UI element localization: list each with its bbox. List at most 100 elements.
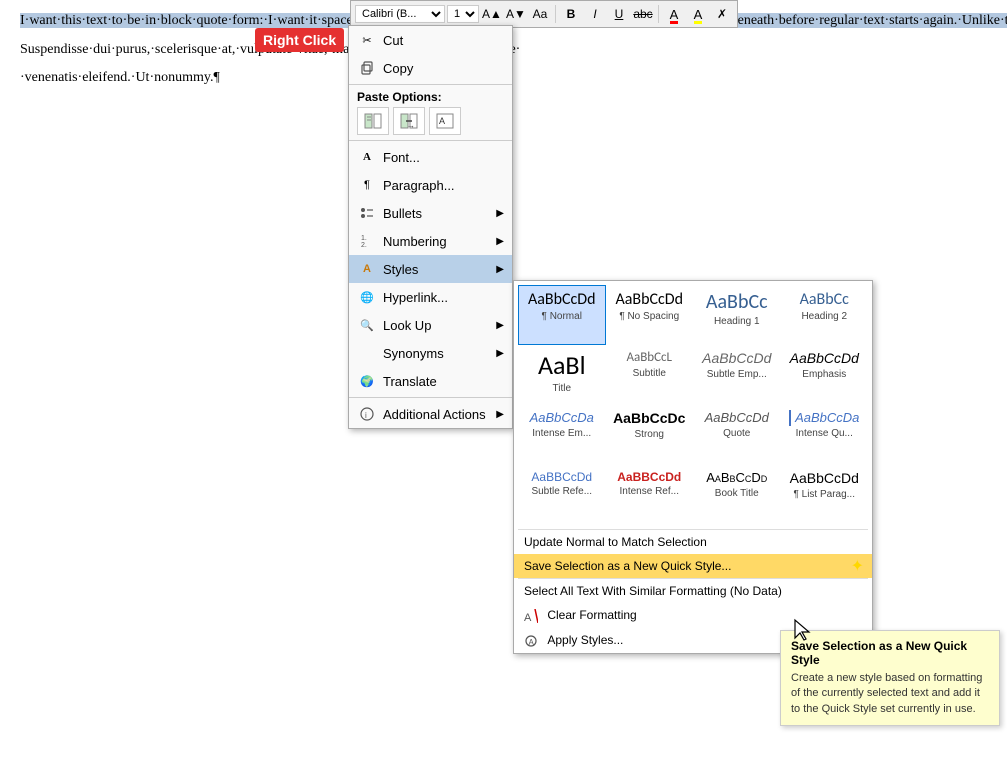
font-size-select[interactable]: 11 — [447, 5, 479, 23]
style-cell-intense-em[interactable]: AaBbCcDa Intense Em... — [518, 405, 606, 465]
style-cell-quote[interactable]: AaBbCcDd Quote — [693, 405, 781, 465]
font-color-a: A — [670, 7, 679, 22]
menu-item-bullets[interactable]: Bullets ▶ — [349, 199, 512, 227]
style-cell-intense-q[interactable]: AaBbCcDa Intense Qu... — [781, 405, 869, 465]
style-preview-h1: AaBbCc — [706, 290, 768, 314]
style-cell-heading2[interactable]: AaBbCc Heading 2 — [781, 285, 869, 345]
select-all-label: Select All Text With Similar Formatting … — [524, 584, 782, 598]
paste-options-label: Paste Options: — [357, 90, 504, 104]
styles-grid: AaBbCcDd ¶ Normal AaBbCcDd ¶ No Spacing … — [514, 281, 872, 529]
menu-item-hyperlink[interactable]: 🌐 Hyperlink... — [349, 283, 512, 311]
style-name-book-title: Book Title — [715, 488, 759, 499]
paste-options-section: Paste Options: → A — [349, 87, 512, 138]
italic-button[interactable]: I — [584, 3, 606, 25]
menu-item-synonyms[interactable]: Synonyms ▶ — [349, 339, 512, 367]
grow-font-button[interactable]: A▲ — [481, 3, 503, 25]
font-name-select[interactable]: Calibri (B... — [355, 5, 445, 23]
style-cell-subtle-ref[interactable]: AaBBCcDd Subtle Refe... — [518, 465, 606, 525]
style-cell-subtle-emphasis[interactable]: AaBbCcDd Subtle Emp... — [693, 345, 781, 405]
menu-item-additional-actions[interactable]: i Additional Actions ▶ — [349, 400, 512, 428]
bullets-icon — [357, 203, 377, 223]
style-name-intense-q: Intense Qu... — [796, 428, 853, 439]
style-preview-nospacing: AaBbCcDd — [615, 290, 683, 309]
style-name-intense-em: Intense Em... — [532, 428, 591, 439]
tooltip-box: Save Selection as a New Quick Style Crea… — [780, 630, 1000, 726]
paste-merge-button[interactable]: → — [393, 107, 425, 135]
menu-item-paragraph[interactable]: ¶ Paragraph... — [349, 171, 512, 199]
menu-item-cut[interactable]: ✂ Cut — [349, 26, 512, 54]
styles-label: Styles — [383, 262, 496, 277]
bold-button[interactable]: B — [560, 3, 582, 25]
styles-action-save-selection[interactable]: Save Selection as a New Quick Style... ✦ — [514, 554, 872, 578]
paste-icons-row: → A — [357, 107, 504, 135]
paste-text-only-button[interactable]: A — [429, 107, 461, 135]
style-cell-strong[interactable]: AaBbCcDc Strong — [606, 405, 694, 465]
style-preview-subtle-ref: AaBBCcDd — [531, 470, 592, 484]
style-preview-quote: AaBbCcDd — [705, 410, 769, 426]
bullets-arrow: ▶ — [496, 208, 504, 219]
strikethrough-button[interactable]: abc — [632, 3, 654, 25]
doc-text-3: ·venenatis·eleifend.·Ut·nonummy.¶ — [20, 70, 220, 85]
font-color-bar — [670, 21, 679, 24]
copy-icon — [357, 58, 377, 78]
synonyms-label: Synonyms — [383, 346, 496, 361]
menu-item-styles[interactable]: A Styles ▶ — [349, 255, 512, 283]
menu-item-lookup[interactable]: 🔍 Look Up ▶ — [349, 311, 512, 339]
styles-action-update-normal[interactable]: Update Normal to Match Selection — [514, 530, 872, 554]
numbering-label: Numbering — [383, 234, 496, 249]
menu-item-translate[interactable]: 🌍 Translate — [349, 367, 512, 395]
style-preview-intense-ref: AaBBCcDd — [617, 470, 681, 484]
style-cell-list-para[interactable]: AaBbCcDd ¶ List Parag... — [781, 465, 869, 525]
paragraph-label: Paragraph... — [383, 178, 504, 193]
svg-text:2.: 2. — [361, 242, 367, 248]
change-case-button[interactable]: Aa — [529, 3, 551, 25]
style-preview-subtitle: AaBbCcL — [626, 350, 672, 366]
right-click-label: Right Click — [255, 28, 344, 52]
highlight-button[interactable]: A — [687, 3, 709, 25]
styles-arrow: ▶ — [496, 264, 504, 275]
svg-text:i: i — [365, 411, 367, 420]
styles-action-clear-formatting[interactable]: A Clear Formatting — [514, 603, 872, 628]
style-preview-normal: AaBbCcDd — [528, 290, 596, 309]
clear-format-button[interactable]: ✗ — [711, 3, 733, 25]
style-cell-intense-ref[interactable]: AaBBCcDd Intense Ref... — [606, 465, 694, 525]
additional-actions-label: Additional Actions — [383, 407, 496, 422]
style-cell-title[interactable]: AaBl Title — [518, 345, 606, 405]
style-cell-book-title[interactable]: AaBbCcDd Book Title — [693, 465, 781, 525]
style-cell-subtitle[interactable]: AaBbCcL Subtitle — [606, 345, 694, 405]
paragraph-icon: ¶ — [357, 175, 377, 195]
style-preview-intense-em: AaBbCcDa — [530, 410, 594, 426]
menu-item-copy[interactable]: Copy — [349, 54, 512, 82]
styles-action-select-all[interactable]: Select All Text With Similar Formatting … — [514, 579, 872, 603]
style-name-list-para: ¶ List Parag... — [793, 489, 855, 500]
style-name-subtitle: Subtitle — [633, 368, 666, 379]
tooltip-title: Save Selection as a New Quick Style — [791, 639, 989, 667]
style-cell-nospacing[interactable]: AaBbCcDd ¶ No Spacing — [606, 285, 694, 345]
style-cell-emphasis[interactable]: AaBbCcDd Emphasis — [781, 345, 869, 405]
style-cell-heading1[interactable]: AaBbCc Heading 1 — [693, 285, 781, 345]
style-cell-normal[interactable]: AaBbCcDd ¶ Normal — [518, 285, 606, 345]
update-normal-label: Update Normal to Match Selection — [524, 535, 707, 549]
underline-button[interactable]: U — [608, 3, 630, 25]
translate-label: Translate — [383, 374, 504, 389]
style-name-strong: Strong — [635, 429, 664, 440]
lookup-label: Look Up — [383, 318, 496, 333]
menu-item-font[interactable]: A Font... — [349, 143, 512, 171]
paste-keep-source-button[interactable] — [357, 107, 389, 135]
hyperlink-label: Hyperlink... — [383, 290, 504, 305]
font-color-button[interactable]: A — [663, 3, 685, 25]
numbering-arrow: ▶ — [496, 236, 504, 247]
synonyms-arrow: ▶ — [496, 348, 504, 359]
menu-separator-1 — [349, 84, 512, 85]
cut-icon: ✂ — [357, 30, 377, 50]
svg-text:A: A — [529, 638, 535, 647]
svg-text:1.: 1. — [361, 235, 367, 242]
style-preview-strong: AaBbCcDc — [613, 410, 685, 427]
style-name-quote: Quote — [723, 428, 750, 439]
style-name-heading1: Heading 1 — [714, 316, 760, 327]
style-name-subtle-emp: Subtle Emp... — [707, 369, 767, 380]
additional-actions-arrow: ▶ — [496, 409, 504, 420]
translate-icon: 🌍 — [357, 371, 377, 391]
menu-item-numbering[interactable]: 1.2. Numbering ▶ — [349, 227, 512, 255]
shrink-font-button[interactable]: A▼ — [505, 3, 527, 25]
